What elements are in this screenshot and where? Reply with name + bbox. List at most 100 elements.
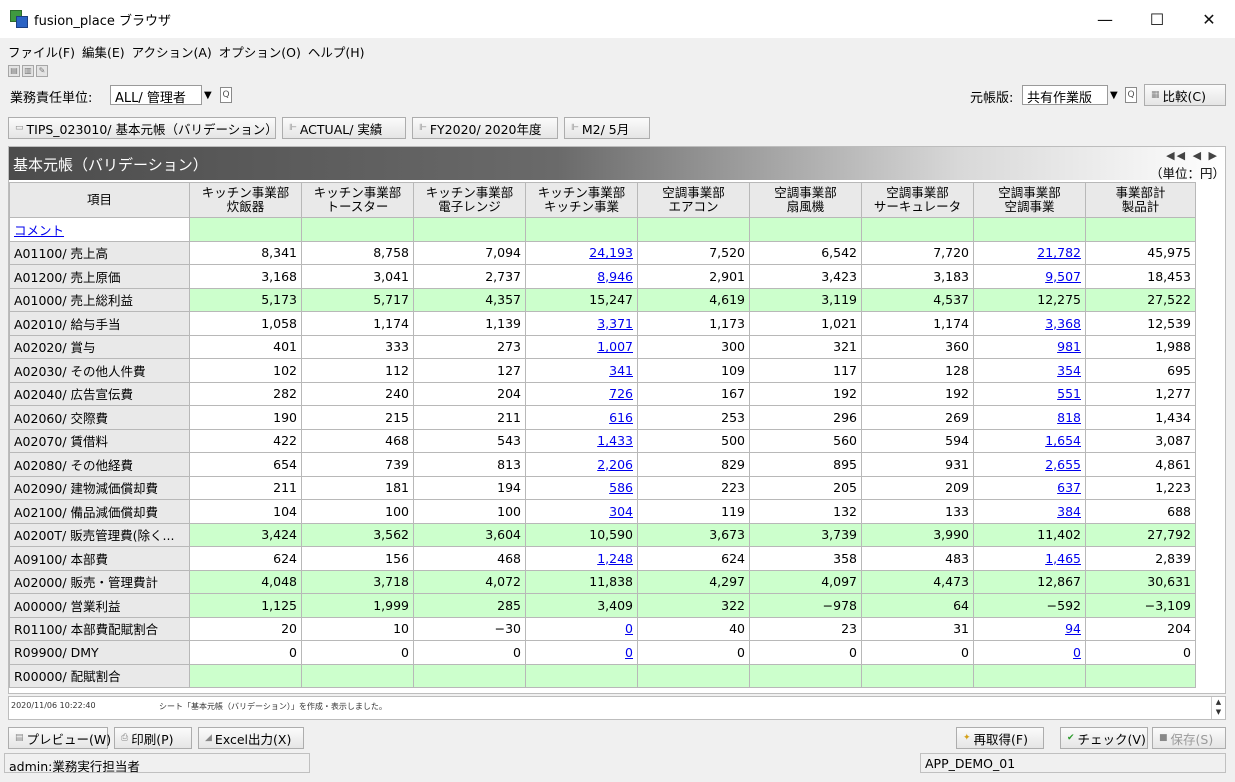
data-cell[interactable]: 594	[861, 428, 974, 453]
data-cell[interactable]: 8,341	[189, 240, 302, 265]
excel-export-button[interactable]: ◢ Excel出力(X)	[198, 727, 304, 749]
data-cell[interactable]: 127	[413, 358, 526, 383]
data-cell[interactable]: −592	[973, 593, 1086, 618]
data-cell[interactable]: 1,139	[413, 311, 526, 336]
preview-button[interactable]: ▤ プレビュー(W)	[8, 727, 111, 749]
data-cell[interactable]: 11,402	[973, 522, 1086, 547]
data-cell[interactable]: −978	[749, 593, 862, 618]
data-cell[interactable]: 119	[637, 499, 750, 524]
data-cell[interactable]: 15,247	[525, 287, 638, 312]
drilldown-link-cell[interactable]: 726	[525, 381, 638, 406]
drilldown-link-cell[interactable]: 0	[525, 616, 638, 641]
drilldown-link-cell[interactable]: 2,655	[973, 452, 1086, 477]
data-cell[interactable]	[301, 217, 414, 242]
unit-dropdown-icon[interactable]: ▼	[204, 85, 212, 105]
data-cell[interactable]: 360	[861, 334, 974, 359]
data-cell[interactable]: 0	[637, 640, 750, 665]
data-cell[interactable]: 624	[189, 546, 302, 571]
drilldown-link-cell[interactable]: 2,206	[525, 452, 638, 477]
data-cell[interactable]: 190	[189, 405, 302, 430]
data-cell[interactable]: 192	[749, 381, 862, 406]
drilldown-link-cell[interactable]: 1,007	[525, 334, 638, 359]
drilldown-link-cell[interactable]: 0	[525, 640, 638, 665]
data-cell[interactable]: 253	[637, 405, 750, 430]
drilldown-link-cell[interactable]: 341	[525, 358, 638, 383]
data-cell[interactable]: 468	[413, 546, 526, 571]
data-cell[interactable]: 624	[637, 546, 750, 571]
data-cell[interactable]: 204	[1085, 616, 1196, 641]
data-cell[interactable]: 422	[189, 428, 302, 453]
edit-icon[interactable]: ✎	[36, 64, 48, 77]
data-cell[interactable]	[861, 217, 974, 242]
data-cell[interactable]: 1,434	[1085, 405, 1196, 430]
data-cell[interactable]: 181	[301, 475, 414, 500]
data-cell[interactable]: 3,424	[189, 522, 302, 547]
drilldown-link-cell[interactable]: 384	[973, 499, 1086, 524]
log-scrollbar[interactable]: ▲ ▼	[1211, 697, 1225, 719]
data-cell[interactable]	[301, 663, 414, 688]
data-cell[interactable]: 31	[861, 616, 974, 641]
data-cell[interactable]: 4,297	[637, 569, 750, 594]
drilldown-link-cell[interactable]: 0	[973, 640, 1086, 665]
data-cell[interactable]: −30	[413, 616, 526, 641]
data-cell[interactable]: 358	[749, 546, 862, 571]
data-cell[interactable]	[1085, 217, 1196, 242]
data-cell[interactable]: 133	[861, 499, 974, 524]
refetch-button[interactable]: ✦ 再取得(F)	[956, 727, 1044, 749]
data-cell[interactable]: 27,522	[1085, 287, 1196, 312]
data-cell[interactable]: 3,423	[749, 264, 862, 289]
sheet-selector-button[interactable]: ▭ TIPS_023010/ 基本元帳（バリデーション）	[8, 117, 278, 139]
drilldown-link-cell[interactable]: 304	[525, 499, 638, 524]
data-cell[interactable]: 18,453	[1085, 264, 1196, 289]
data-cell[interactable]: 4,861	[1085, 452, 1196, 477]
unit-search-icon[interactable]: Q	[220, 87, 232, 103]
data-cell[interactable]: 895	[749, 452, 862, 477]
save-button[interactable]: ■ 保存(S)	[1152, 727, 1226, 749]
data-cell[interactable]: 4,357	[413, 287, 526, 312]
data-cell[interactable]: 12,539	[1085, 311, 1196, 336]
drilldown-link-cell[interactable]: 1,433	[525, 428, 638, 453]
data-cell[interactable]: 205	[749, 475, 862, 500]
data-cell[interactable]: 285	[413, 593, 526, 618]
data-cell[interactable]: 109	[637, 358, 750, 383]
data-cell[interactable]: 0	[189, 640, 302, 665]
data-cell[interactable]	[637, 217, 750, 242]
data-cell[interactable]: 4,619	[637, 287, 750, 312]
data-cell[interactable]	[189, 663, 302, 688]
data-cell[interactable]: 215	[301, 405, 414, 430]
data-cell[interactable]: 112	[301, 358, 414, 383]
data-cell[interactable]: 2,737	[413, 264, 526, 289]
data-cell[interactable]: 1,058	[189, 311, 302, 336]
data-cell[interactable]	[749, 663, 862, 688]
ledger-dropdown-icon[interactable]: ▼	[1110, 85, 1118, 105]
drilldown-link-cell[interactable]: 981	[973, 334, 1086, 359]
drilldown-link-cell[interactable]: 9,507	[973, 264, 1086, 289]
check-button[interactable]: ✔ チェック(V)	[1060, 727, 1148, 749]
data-cell[interactable]: 1,999	[301, 593, 414, 618]
drilldown-link-cell[interactable]: 94	[973, 616, 1086, 641]
data-cell[interactable]: 192	[861, 381, 974, 406]
data-cell[interactable]: 117	[749, 358, 862, 383]
data-cell[interactable]: 1,125	[189, 593, 302, 618]
data-cell[interactable]: 3,562	[301, 522, 414, 547]
data-cell[interactable]: 6,542	[749, 240, 862, 265]
data-cell[interactable]: 0	[301, 640, 414, 665]
drilldown-link-cell[interactable]: 8,946	[525, 264, 638, 289]
data-cell[interactable]: 500	[637, 428, 750, 453]
data-cell[interactable]	[413, 217, 526, 242]
data-cell[interactable]: 3,604	[413, 522, 526, 547]
data-cell[interactable]	[189, 217, 302, 242]
data-cell[interactable]: 4,473	[861, 569, 974, 594]
copy-icon[interactable]: ▤	[8, 64, 20, 77]
data-cell[interactable]: 1,988	[1085, 334, 1196, 359]
data-cell[interactable]: 4,537	[861, 287, 974, 312]
menu-edit[interactable]: 編集(E)	[82, 42, 125, 61]
data-cell[interactable]: 1,174	[301, 311, 414, 336]
data-cell[interactable]: 240	[301, 381, 414, 406]
data-cell[interactable]: 10,590	[525, 522, 638, 547]
data-cell[interactable]	[973, 663, 1086, 688]
data-cell[interactable]: 300	[637, 334, 750, 359]
data-cell[interactable]: 45,975	[1085, 240, 1196, 265]
data-cell[interactable]: 543	[413, 428, 526, 453]
data-cell[interactable]: 468	[301, 428, 414, 453]
